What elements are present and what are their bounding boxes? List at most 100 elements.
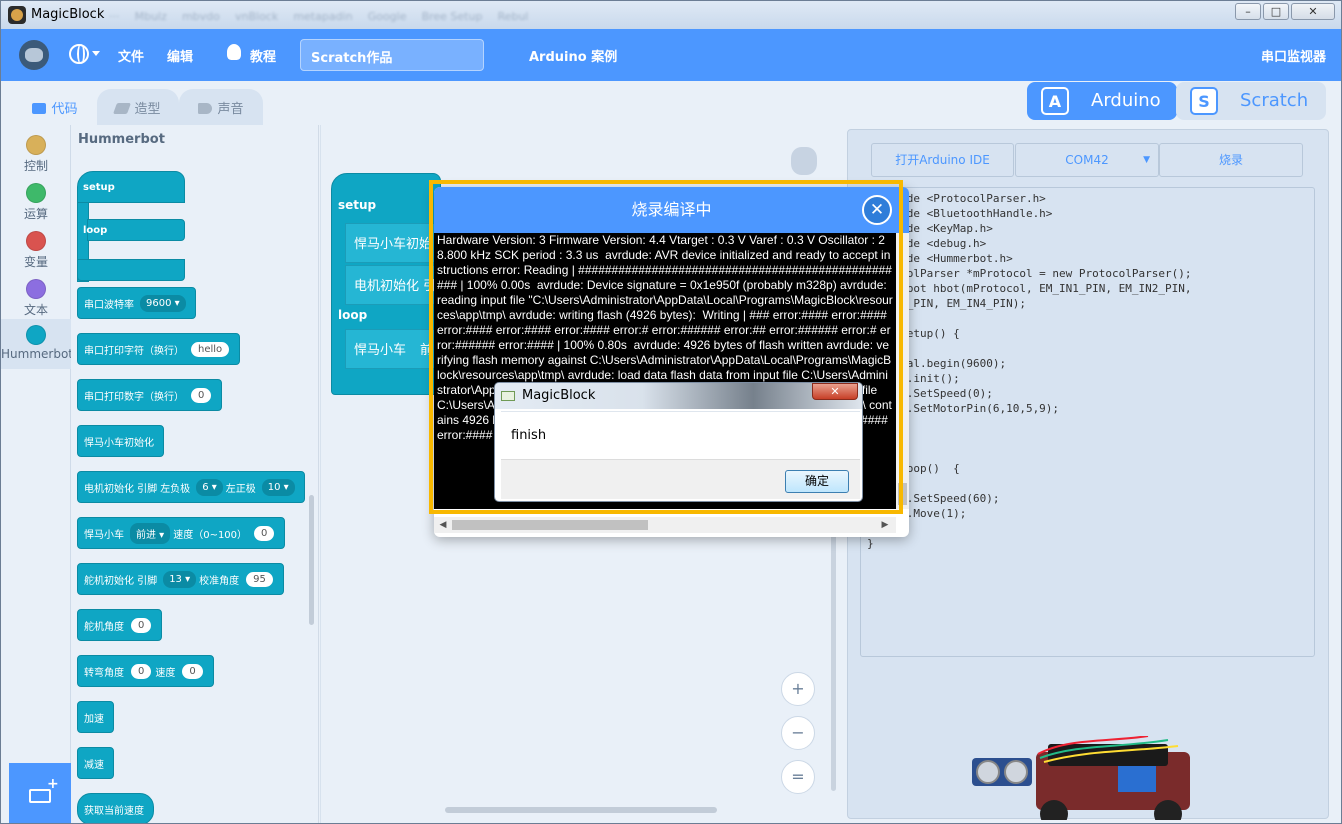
minimize-button[interactable]: – [1235, 3, 1261, 20]
scroll-right-arrow-icon[interactable]: ▶ [880, 519, 890, 531]
pin-dropdown[interactable]: 10 ▾ [261, 478, 295, 496]
workspace-car-init-block[interactable]: 悍马小车初始 [345, 223, 441, 263]
block-serial-print-string[interactable]: 串口打印字符（换行） hello [77, 333, 241, 365]
title-bar: MagicBlock ··· Mbulz mbvdo vnBlock metap… [1, 1, 1341, 29]
code-icon [32, 103, 47, 114]
block-label: 悍马小车初始 [354, 237, 433, 252]
block-car-init[interactable]: 悍马小车初始化 [77, 425, 164, 457]
block-label: 悍马小车 [84, 529, 124, 541]
lightbulb-icon[interactable] [227, 44, 241, 60]
block-servo-angle[interactable]: 舵机角度 0 [77, 609, 163, 641]
category-label: 控制 [23, 159, 48, 173]
background-tab: ··· [109, 10, 120, 23]
block-decelerate[interactable]: 减速 [77, 747, 114, 779]
category-label: 文本 [23, 303, 48, 317]
zoom-out-button[interactable]: − [781, 716, 815, 750]
window-title: MagicBlock [31, 7, 105, 22]
language-globe-icon[interactable] [69, 44, 89, 64]
category-hummerbot[interactable]: Hummerbot [1, 319, 73, 369]
code-editor[interactable]: #include <ProtocolParser.h> #include <Bl… [860, 187, 1315, 657]
number-input[interactable]: 0 [254, 525, 275, 541]
dropdown-value: 13 [169, 573, 182, 585]
menu-serial-monitor[interactable]: 串口监视器 [1261, 46, 1326, 65]
tab-code[interactable]: 代码 [13, 89, 97, 125]
tab-costume[interactable]: 造型 [97, 89, 179, 125]
mode-arduino-button[interactable]: A Arduino [1027, 82, 1177, 120]
category-text[interactable]: 文本 [1, 273, 71, 321]
scroll-left-arrow-icon[interactable]: ◀ [438, 519, 448, 531]
menu-tutorial[interactable]: 教程 [250, 46, 276, 65]
console-horizontal-scrollbar[interactable]: ◀ ▶ [434, 517, 896, 533]
close-window-button[interactable]: ✕ [1291, 3, 1335, 20]
block-motor-init[interactable]: 电机初始化 引脚 左负极 6 ▾ 左正极 10 ▾ [77, 471, 305, 503]
maximize-button[interactable]: □ [1263, 3, 1289, 20]
block-serial-print-number[interactable]: 串口打印数字（换行） 0 [77, 379, 223, 411]
alert-close-button[interactable]: ✕ [812, 383, 858, 400]
add-extension-button[interactable] [9, 763, 71, 823]
string-input[interactable]: hello [191, 341, 230, 357]
dropdown-value: 10 [267, 481, 281, 493]
number-input[interactable]: 0 [182, 663, 203, 679]
robot-car-image [972, 736, 1190, 820]
workspace-horizontal-scrollbar[interactable] [445, 807, 717, 813]
tab-code-label: 代码 [51, 102, 78, 117]
baud-dropdown[interactable]: 9600 ▾ [140, 294, 186, 312]
number-input[interactable]: 0 [131, 663, 152, 679]
mode-scratch-label: Scratch [1240, 90, 1309, 111]
block-palette: Hummerbot setup loop 串口波特率 9600 ▾ 串口打印字符… [71, 125, 319, 823]
workspace-car-move-block[interactable]: 悍马小车前 [345, 329, 441, 369]
block-serial-baud[interactable]: 串口波特率 9600 ▾ [77, 287, 196, 319]
block-label: 串口波特率 [84, 299, 134, 311]
number-input[interactable]: 95 [246, 571, 273, 587]
chevron-down-icon[interactable] [92, 51, 100, 56]
category-dot-icon [26, 325, 46, 345]
background-tab: Bree Setup [421, 10, 483, 23]
workspace-motor-init-block[interactable]: 电机初始化 引 [345, 265, 441, 305]
block-get-speed[interactable]: 获取当前速度 [77, 793, 154, 823]
block-servo-init[interactable]: 舵机初始化 引脚 13 ▾ 校准角度 95 [77, 563, 284, 595]
category-control[interactable]: 控制 [1, 129, 71, 177]
block-car-move[interactable]: 悍马小车 前进 ▾ 速度（0~100） 0 [77, 517, 286, 549]
pin-dropdown[interactable]: 13 ▾ [163, 570, 197, 588]
zoom-in-button[interactable]: + [781, 672, 815, 706]
background-tab: metapadin [293, 10, 353, 23]
scrollbar-thumb[interactable] [452, 520, 648, 530]
number-input[interactable]: 0 [191, 387, 212, 403]
port-select[interactable]: COM42 ▼ [1015, 143, 1159, 177]
workspace-loop-label: loop [338, 308, 368, 322]
block-accelerate[interactable]: 加速 [77, 701, 114, 733]
palette-scrollbar[interactable] [309, 495, 314, 625]
hat-loop-label: loop [83, 225, 108, 236]
magicblock-logo-icon[interactable] [19, 40, 49, 70]
block-label: 加速 [84, 713, 104, 725]
background-tab: mbvdo [181, 10, 220, 23]
menu-file[interactable]: 文件 [118, 46, 144, 65]
upload-button[interactable]: 烧录 [1159, 143, 1303, 177]
pin-dropdown[interactable]: 6 ▾ [196, 478, 223, 496]
menu-edit[interactable]: 编辑 [167, 46, 193, 65]
block-label: 舵机角度 [84, 621, 124, 633]
block-label: 减速 [84, 759, 104, 771]
category-operators[interactable]: 运算 [1, 177, 71, 225]
setup-loop-hat-block[interactable]: setup loop [77, 171, 187, 282]
menu-arduino-examples[interactable]: Arduino 案例 [529, 46, 617, 65]
ok-button[interactable]: 确定 [785, 470, 849, 493]
background-tab: Rebul [497, 10, 529, 23]
app-window-icon [501, 391, 515, 401]
category-menu: 控制 运算 变量 文本 Hummerbot [1, 125, 73, 763]
open-arduino-ide-button[interactable]: 打开Arduino IDE [871, 143, 1014, 177]
dropdown-value: 前进 [136, 529, 156, 541]
workspace-setup-label: setup [338, 198, 377, 212]
direction-dropdown[interactable]: 前进 ▾ [130, 522, 171, 544]
category-dot-icon [26, 231, 46, 251]
dropdown-value: 9600 [146, 297, 172, 309]
block-turn[interactable]: 转弯角度 0 速度 0 [77, 655, 214, 687]
hat-setup-label: setup [83, 182, 115, 193]
number-input[interactable]: 0 [131, 617, 152, 633]
project-title-input[interactable]: Scratch作品 [300, 39, 484, 71]
mode-scratch-button[interactable]: S Scratch [1176, 82, 1326, 120]
category-variables[interactable]: 变量 [1, 225, 71, 273]
tab-sound[interactable]: 声音 [179, 89, 263, 125]
brush-icon [113, 103, 132, 114]
zoom-reset-button[interactable]: = [781, 760, 815, 794]
